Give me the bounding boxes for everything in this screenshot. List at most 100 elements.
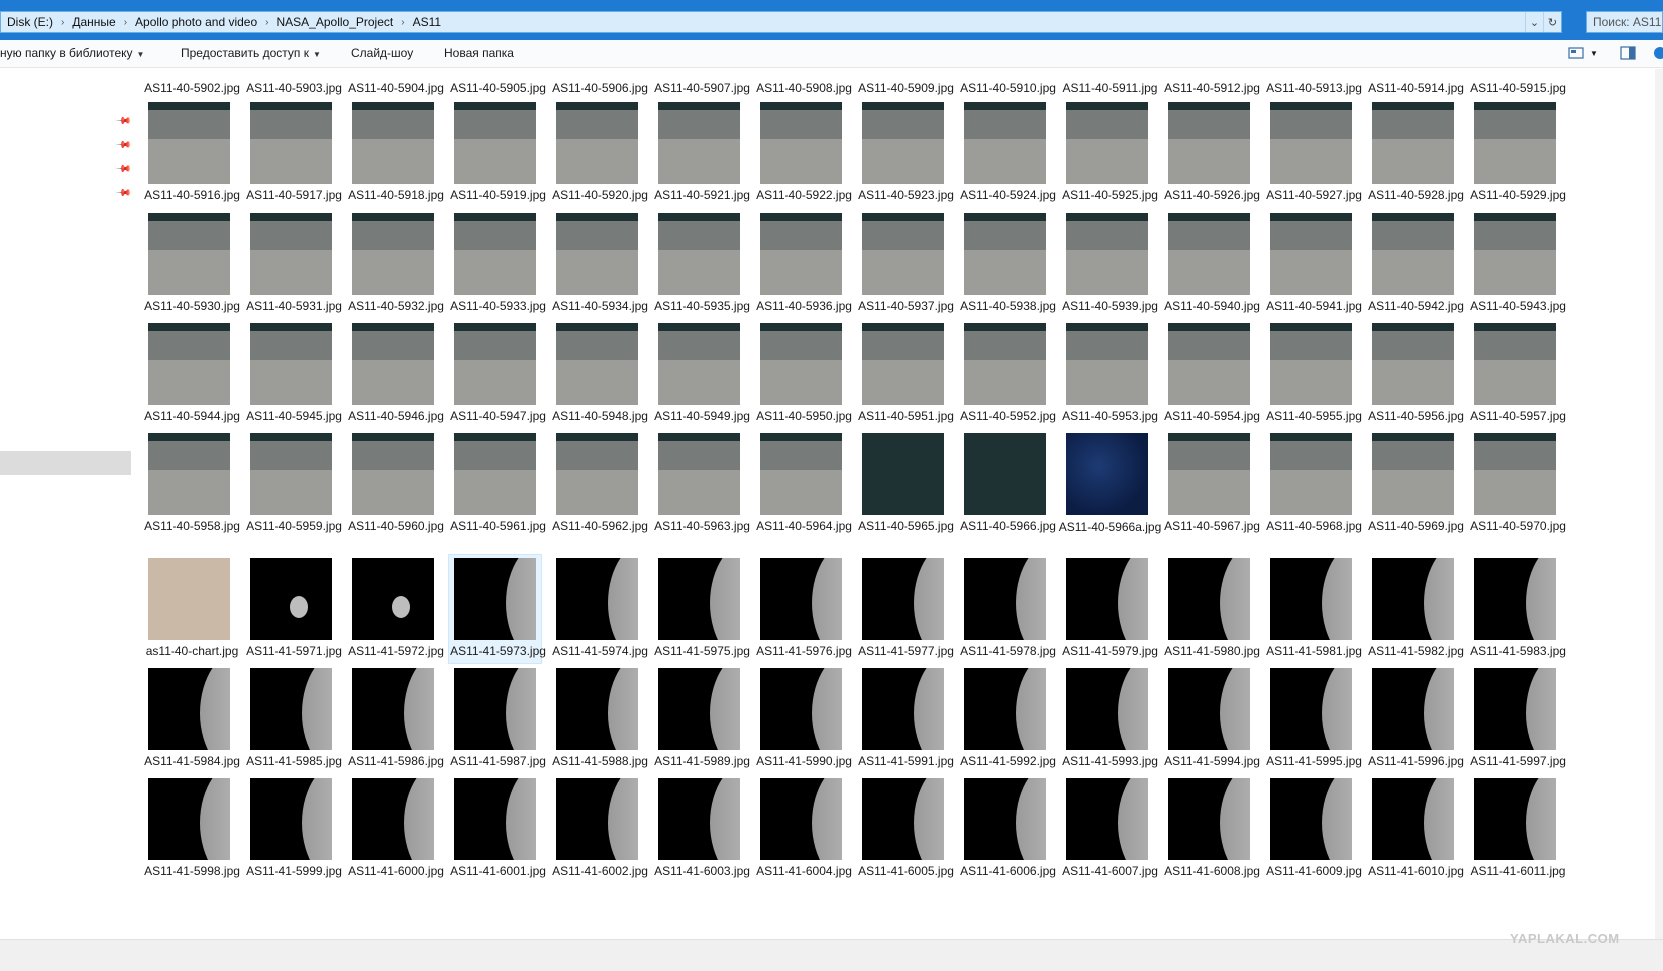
file-item[interactable]: AS11-40-5968.jpg bbox=[1266, 433, 1362, 543]
file-item[interactable]: AS11-40-5925.jpg bbox=[1062, 102, 1158, 212]
file-item[interactable]: AS11-40-5948.jpg bbox=[552, 323, 648, 433]
file-item[interactable]: AS11-41-6008.jpg bbox=[1164, 778, 1260, 888]
file-item[interactable]: AS11-40-5941.jpg bbox=[1266, 213, 1362, 323]
file-item[interactable]: AS11-41-5998.jpg bbox=[144, 778, 240, 888]
file-item[interactable]: AS11-40-5924.jpg bbox=[960, 102, 1056, 212]
file-item[interactable]: AS11-41-5996.jpg bbox=[1368, 668, 1464, 778]
file-item[interactable]: AS11-41-6010.jpg bbox=[1368, 778, 1464, 888]
chevron-right-icon[interactable]: › bbox=[263, 17, 270, 28]
file-item[interactable]: AS11-41-6005.jpg bbox=[858, 778, 954, 888]
view-options-icon[interactable] bbox=[1568, 46, 1584, 60]
file-item[interactable]: AS11-41-6009.jpg bbox=[1266, 778, 1362, 888]
file-item[interactable]: AS11-40-5964.jpg bbox=[756, 433, 852, 543]
file-item[interactable]: AS11-40-5926.jpg bbox=[1164, 102, 1260, 212]
file-item[interactable]: AS11-40-5932.jpg bbox=[348, 213, 444, 323]
view-dropdown-icon[interactable]: ▼ bbox=[1590, 49, 1598, 58]
file-item[interactable]: AS11-40-5918.jpg bbox=[348, 102, 444, 212]
file-item[interactable]: AS11-40-5967.jpg bbox=[1164, 433, 1260, 543]
file-item[interactable]: AS11-41-6000.jpg bbox=[348, 778, 444, 888]
file-item[interactable]: AS11-40-5934.jpg bbox=[552, 213, 648, 323]
file-item[interactable]: AS11-41-5974.jpg bbox=[552, 558, 648, 668]
pin-icon[interactable]: 📌 bbox=[115, 185, 132, 202]
file-item[interactable]: AS11-41-5989.jpg bbox=[654, 668, 750, 778]
file-item[interactable]: AS11-41-5995.jpg bbox=[1266, 668, 1362, 778]
file-item[interactable]: AS11-40-5969.jpg bbox=[1368, 433, 1464, 543]
file-item[interactable]: AS11-41-5977.jpg bbox=[858, 558, 954, 668]
file-item[interactable]: AS11-41-5997.jpg bbox=[1470, 668, 1566, 778]
file-item[interactable]: AS11-41-5972.jpg bbox=[348, 558, 444, 668]
file-item[interactable]: AS11-40-5944.jpg bbox=[144, 323, 240, 433]
file-item[interactable]: AS11-40-5922.jpg bbox=[756, 102, 852, 212]
file-item[interactable]: AS11-40-5958.jpg bbox=[144, 433, 240, 543]
file-item[interactable]: AS11-40-5923.jpg bbox=[858, 102, 954, 212]
file-item[interactable]: AS11-41-5990.jpg bbox=[756, 668, 852, 778]
file-item[interactable]: AS11-40-5962.jpg bbox=[552, 433, 648, 543]
file-item[interactable]: AS11-40-5947.jpg bbox=[450, 323, 546, 433]
file-item[interactable]: AS11-40-5940.jpg bbox=[1164, 213, 1260, 323]
file-item[interactable]: AS11-41-5986.jpg bbox=[348, 668, 444, 778]
file-item[interactable]: AS11-40-5942.jpg bbox=[1368, 213, 1464, 323]
file-item[interactable]: AS11-41-5973.jpg bbox=[448, 554, 546, 668]
file-item[interactable]: AS11-41-6007.jpg bbox=[1062, 778, 1158, 888]
chevron-right-icon[interactable]: › bbox=[399, 17, 406, 28]
file-item[interactable]: AS11-40-5920.jpg bbox=[552, 102, 648, 212]
file-item[interactable]: AS11-40-5938.jpg bbox=[960, 213, 1056, 323]
file-item[interactable]: AS11-41-5985.jpg bbox=[246, 668, 342, 778]
file-item[interactable]: AS11-41-5982.jpg bbox=[1368, 558, 1464, 668]
file-item[interactable]: AS11-40-5917.jpg bbox=[246, 102, 342, 212]
file-item[interactable]: AS11-41-5971.jpg bbox=[246, 558, 342, 668]
file-item[interactable]: AS11-41-5991.jpg bbox=[858, 668, 954, 778]
file-item[interactable]: AS11-41-5993.jpg bbox=[1062, 668, 1158, 778]
include-library-button[interactable]: ную папку в библиотеку ▼ bbox=[0, 46, 144, 60]
pin-icon[interactable]: 📌 bbox=[115, 161, 132, 178]
file-item[interactable]: AS11-40-5931.jpg bbox=[246, 213, 342, 323]
file-item[interactable]: AS11-40-5966a.jpg bbox=[1059, 433, 1161, 543]
file-item[interactable]: AS11-41-5988.jpg bbox=[552, 668, 648, 778]
file-item[interactable]: AS11-40-5935.jpg bbox=[654, 213, 750, 323]
file-item[interactable]: AS11-41-5992.jpg bbox=[960, 668, 1056, 778]
preview-pane-icon[interactable] bbox=[1620, 46, 1636, 60]
file-item[interactable]: AS11-40-5966.jpg bbox=[960, 433, 1056, 543]
file-item[interactable]: AS11-41-5983.jpg bbox=[1470, 558, 1566, 668]
file-item[interactable]: AS11-40-5970.jpg bbox=[1470, 433, 1566, 543]
file-item[interactable]: AS11-40-5946.jpg bbox=[348, 323, 444, 433]
file-item[interactable]: AS11-40-5960.jpg bbox=[348, 433, 444, 543]
file-item[interactable]: AS11-40-5943.jpg bbox=[1470, 213, 1566, 323]
file-item[interactable]: AS11-40-5921.jpg bbox=[654, 102, 750, 212]
file-item[interactable]: AS11-40-5949.jpg bbox=[654, 323, 750, 433]
chevron-down-icon[interactable]: ⌄ bbox=[1525, 12, 1543, 32]
nav-selected-item[interactable] bbox=[0, 451, 131, 475]
search-input[interactable]: Поиск: AS11 bbox=[1586, 11, 1663, 33]
file-item[interactable]: AS11-41-5987.jpg bbox=[450, 668, 546, 778]
file-item[interactable]: AS11-40-5953.jpg bbox=[1062, 323, 1158, 433]
file-item[interactable]: AS11-40-5936.jpg bbox=[756, 213, 852, 323]
breadcrumb-apollo[interactable]: Apollo photo and video bbox=[129, 15, 263, 29]
file-item[interactable]: AS11-41-5999.jpg bbox=[246, 778, 342, 888]
file-item[interactable]: AS11-40-5955.jpg bbox=[1266, 323, 1362, 433]
file-item[interactable]: AS11-40-5919.jpg bbox=[450, 102, 546, 212]
file-item[interactable]: AS11-41-6004.jpg bbox=[756, 778, 852, 888]
chevron-right-icon[interactable]: › bbox=[122, 17, 129, 28]
pin-icon[interactable]: 📌 bbox=[115, 137, 132, 154]
breadcrumb-disk[interactable]: Disk (E:) bbox=[1, 15, 59, 29]
new-folder-button[interactable]: Новая папка bbox=[444, 46, 514, 60]
file-item[interactable]: AS11-41-5994.jpg bbox=[1164, 668, 1260, 778]
file-item[interactable]: AS11-41-6011.jpg bbox=[1471, 778, 1565, 888]
file-item[interactable]: AS11-40-5930.jpg bbox=[144, 213, 240, 323]
file-item[interactable]: AS11-40-5956.jpg bbox=[1368, 323, 1464, 433]
file-item[interactable]: AS11-40-5963.jpg bbox=[654, 433, 750, 543]
file-item[interactable]: AS11-40-5929.jpg bbox=[1470, 102, 1566, 212]
share-button[interactable]: Предоставить доступ к ▼ bbox=[181, 46, 321, 60]
file-item[interactable]: AS11-40-5916.jpg bbox=[144, 102, 240, 212]
breadcrumb-data[interactable]: Данные bbox=[66, 15, 121, 29]
pin-icon[interactable]: 📌 bbox=[115, 113, 132, 130]
file-item[interactable]: AS11-41-5976.jpg bbox=[756, 558, 852, 668]
file-item[interactable]: AS11-41-5980.jpg bbox=[1164, 558, 1260, 668]
file-item[interactable]: as11-40-chart.jpg bbox=[146, 558, 238, 668]
file-item[interactable]: AS11-40-5952.jpg bbox=[960, 323, 1056, 433]
help-icon[interactable] bbox=[1652, 46, 1663, 60]
vertical-scrollbar[interactable] bbox=[1655, 69, 1663, 939]
file-item[interactable]: AS11-40-5957.jpg bbox=[1470, 323, 1566, 433]
file-item[interactable]: AS11-41-5984.jpg bbox=[144, 668, 240, 778]
file-item[interactable]: AS11-40-5945.jpg bbox=[246, 323, 342, 433]
